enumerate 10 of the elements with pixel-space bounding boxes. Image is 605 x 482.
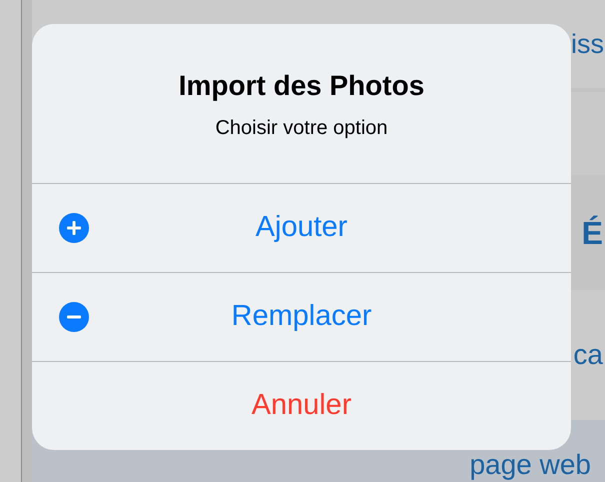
plus-icon xyxy=(59,213,89,243)
sheet-title: Import des Photos xyxy=(178,70,424,102)
action-button[interactable]: Ajouter xyxy=(32,184,571,273)
cancel-button[interactable]: Annuler xyxy=(32,362,571,450)
action-button[interactable]: Remplacer xyxy=(32,273,571,362)
background-text: iss xyxy=(571,28,605,61)
background-heading: É xyxy=(582,214,604,252)
sheet-subtitle: Choisir votre option xyxy=(215,116,388,140)
minus-icon xyxy=(59,302,89,332)
background-text: ca xyxy=(573,338,604,372)
